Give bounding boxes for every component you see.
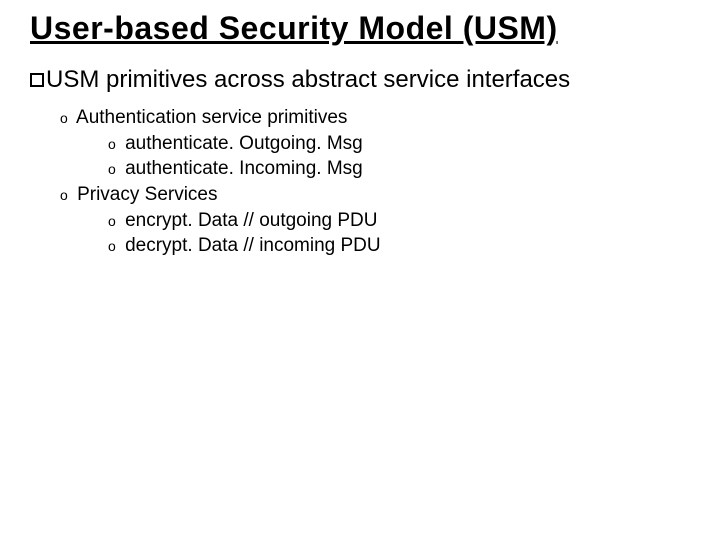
circle-bullet-icon: o (108, 161, 116, 177)
body-block: o Authentication service primitives o au… (60, 105, 690, 259)
item-text: authenticate. Outgoing. Msg (125, 133, 363, 154)
circle-bullet-icon: o (108, 213, 116, 229)
list-item: o Authentication service primitives (60, 105, 690, 131)
lead-rest: primitives across abstract service inter… (99, 66, 570, 93)
list-item: o Privacy Services (60, 182, 690, 208)
item-text: encrypt. Data // outgoing PDU (125, 210, 377, 231)
item-text: authenticate. Incoming. Msg (125, 158, 363, 179)
square-bullet-icon (30, 73, 44, 87)
lead-line: USM primitives across abstract service i… (30, 65, 690, 95)
page-title: User-based Security Model (USM) (30, 10, 690, 47)
list-item: o encrypt. Data // outgoing PDU (108, 208, 690, 234)
list-item: o authenticate. Outgoing. Msg (108, 131, 690, 157)
circle-bullet-icon: o (60, 110, 68, 126)
list-item: o authenticate. Incoming. Msg (108, 156, 690, 182)
circle-bullet-icon: o (108, 136, 116, 152)
item-text: decrypt. Data // incoming PDU (125, 235, 381, 256)
circle-bullet-icon: o (60, 187, 68, 203)
list-item: o decrypt. Data // incoming PDU (108, 233, 690, 259)
slide: User-based Security Model (USM) USM prim… (0, 0, 720, 540)
section-heading: Authentication service primitives (76, 107, 347, 128)
circle-bullet-icon: o (108, 238, 116, 254)
section-heading: Privacy Services (77, 184, 217, 205)
lead-prefix: USM (46, 66, 99, 93)
